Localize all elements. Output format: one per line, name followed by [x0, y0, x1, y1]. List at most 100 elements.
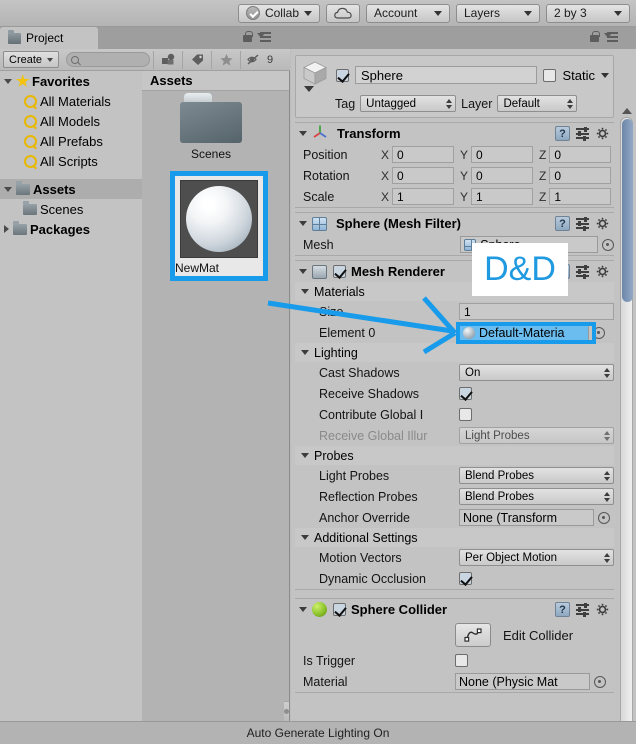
lighting-section-header[interactable]: Lighting: [295, 343, 614, 362]
materials-size-field[interactable]: 1: [459, 303, 614, 320]
create-button[interactable]: Create: [3, 51, 60, 68]
help-icon[interactable]: ?: [555, 602, 570, 617]
mesh-renderer-enabled-checkbox[interactable]: [333, 265, 346, 278]
reflection-probes-dropdown[interactable]: Blend Probes: [459, 488, 614, 505]
dynamic-occlusion-checkbox[interactable]: [459, 572, 472, 585]
object-picker-button[interactable]: [602, 238, 614, 251]
position-y-field[interactable]: 0: [471, 146, 534, 163]
tree-item-assets[interactable]: Assets: [0, 179, 142, 199]
preset-icon[interactable]: [576, 126, 590, 141]
favorite-star-icon[interactable]: [215, 50, 237, 70]
rotation-y-field[interactable]: 0: [471, 167, 534, 184]
transform-rotation-row: Rotation X 0 Y 0 Z 0: [295, 165, 614, 186]
collider-enabled-checkbox[interactable]: [333, 603, 346, 616]
scrollbar-thumb[interactable]: [622, 119, 633, 302]
tree-item-all-prefabs[interactable]: All Prefabs: [0, 131, 142, 151]
slider-track[interactable]: [284, 704, 346, 719]
thumbnail-zoom-slider[interactable]: [284, 701, 346, 721]
element0-object-field[interactable]: Default-Materia: [459, 324, 589, 341]
scale-z-field[interactable]: 1: [549, 188, 612, 205]
lock-icon[interactable]: [590, 31, 600, 42]
hamburger-menu-icon[interactable]: [257, 31, 271, 42]
component-header[interactable]: Mesh Renderer ?: [295, 261, 614, 282]
chevron-down-icon[interactable]: [4, 78, 12, 84]
preset-icon[interactable]: [576, 602, 590, 617]
motion-vectors-dropdown[interactable]: Per Object Motion: [459, 549, 614, 566]
layout-button[interactable]: 2 by 3: [546, 3, 630, 23]
help-icon[interactable]: ?: [555, 216, 570, 231]
tree-item-scenes[interactable]: Scenes: [0, 199, 142, 219]
mesh-object-field[interactable]: Sphere: [460, 236, 598, 253]
asset-type-filter-icon[interactable]: [157, 50, 179, 70]
hamburger-menu-icon[interactable]: [604, 31, 618, 42]
tab-project[interactable]: Project: [0, 27, 98, 49]
preset-icon[interactable]: [576, 264, 590, 279]
tree-item-favorites[interactable]: ★ Favorites: [0, 71, 142, 91]
help-icon[interactable]: ?: [555, 264, 570, 279]
chevron-down-icon[interactable]: [301, 350, 309, 355]
scale-x-field[interactable]: 1: [392, 188, 455, 205]
probes-section-header[interactable]: Probes: [295, 446, 614, 465]
account-button[interactable]: Account: [366, 3, 450, 23]
component-header[interactable]: Sphere (Mesh Filter) ?: [295, 213, 614, 234]
is-trigger-checkbox[interactable]: [455, 654, 468, 667]
inspector-scrollbar[interactable]: [620, 104, 633, 721]
additional-settings-header[interactable]: Additional Settings: [295, 528, 614, 547]
cast-shadows-dropdown[interactable]: On: [459, 364, 614, 381]
receive-shadows-checkbox[interactable]: [459, 387, 472, 400]
lock-icon[interactable]: [243, 31, 253, 42]
chevron-down-icon[interactable]: [601, 72, 609, 78]
component-header[interactable]: Sphere Collider ?: [295, 599, 614, 620]
gameobject-enabled-checkbox[interactable]: [336, 68, 349, 82]
tree-item-all-materials[interactable]: All Materials: [0, 91, 142, 111]
light-probes-dropdown[interactable]: Blend Probes: [459, 467, 614, 484]
chevron-down-icon[interactable]: [301, 535, 309, 540]
component-header[interactable]: Transform ?: [295, 123, 614, 144]
cloud-button[interactable]: [326, 3, 360, 23]
chevron-down-icon[interactable]: [299, 221, 307, 226]
object-picker-button[interactable]: [593, 326, 605, 339]
chevron-down-icon[interactable]: [301, 453, 309, 458]
scrollbar-track[interactable]: [620, 117, 633, 721]
layers-button[interactable]: Layers: [456, 3, 540, 23]
tag-dropdown[interactable]: Untagged: [360, 95, 457, 112]
chevron-down-icon[interactable]: [4, 186, 12, 192]
contribute-gi-checkbox[interactable]: [459, 408, 472, 421]
tree-item-all-scripts[interactable]: All Scripts: [0, 151, 142, 171]
chevron-down-icon[interactable]: [299, 131, 307, 136]
physic-material-field[interactable]: None (Physic Mat: [455, 673, 590, 690]
gear-icon[interactable]: [596, 127, 610, 141]
gear-icon[interactable]: [596, 217, 610, 231]
chevron-down-icon[interactable]: [301, 289, 309, 294]
asset-item-newmat[interactable]: NewMat: [170, 171, 268, 281]
scale-y-field[interactable]: 1: [471, 188, 534, 205]
gear-icon[interactable]: [596, 603, 610, 617]
label-filter-icon[interactable]: [186, 50, 208, 70]
chevron-down-icon[interactable]: [304, 86, 314, 92]
static-checkbox[interactable]: [543, 68, 557, 82]
materials-section-header[interactable]: Materials: [295, 282, 614, 301]
chevron-right-icon[interactable]: [4, 225, 9, 233]
position-x-field[interactable]: 0: [392, 146, 455, 163]
chevron-down-icon[interactable]: [299, 269, 307, 274]
edit-collider-button[interactable]: [455, 623, 491, 647]
chevron-down-icon[interactable]: [299, 607, 307, 612]
asset-item-scenes[interactable]: Scenes: [162, 93, 260, 161]
scroll-up-arrow[interactable]: [620, 104, 633, 117]
search-input[interactable]: [66, 52, 151, 67]
rotation-x-field[interactable]: 0: [392, 167, 455, 184]
object-picker-button[interactable]: [598, 511, 610, 524]
gameobject-name-field[interactable]: Sphere: [355, 66, 538, 84]
anchor-override-field[interactable]: None (Transform: [459, 509, 594, 526]
rotation-z-field[interactable]: 0: [549, 167, 612, 184]
help-icon[interactable]: ?: [555, 126, 570, 141]
tree-item-packages[interactable]: Packages: [0, 219, 142, 239]
collab-button[interactable]: Collab: [237, 3, 320, 23]
preset-icon[interactable]: [576, 216, 590, 231]
hidden-eye-icon[interactable]: [244, 50, 266, 70]
object-picker-button[interactable]: [594, 675, 606, 688]
tree-item-all-models[interactable]: All Models: [0, 111, 142, 131]
gear-icon[interactable]: [596, 265, 610, 279]
position-z-field[interactable]: 0: [549, 146, 612, 163]
layer-dropdown[interactable]: Default: [497, 95, 578, 112]
